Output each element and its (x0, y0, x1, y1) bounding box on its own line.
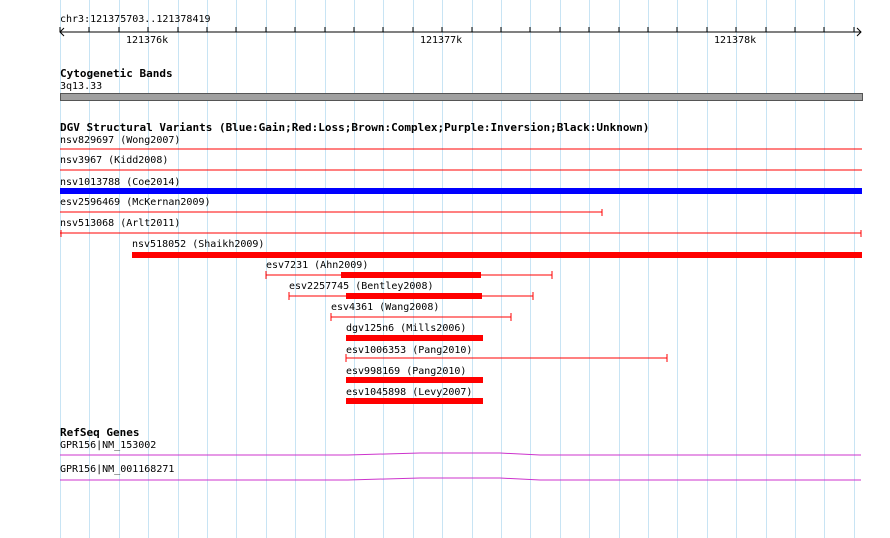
gene-model[interactable] (60, 452, 861, 456)
gene-model[interactable] (60, 477, 861, 481)
genome-browser-view: chr3:121375703..121378419 121376k 121377… (0, 0, 890, 538)
refseq-features (60, 452, 861, 481)
